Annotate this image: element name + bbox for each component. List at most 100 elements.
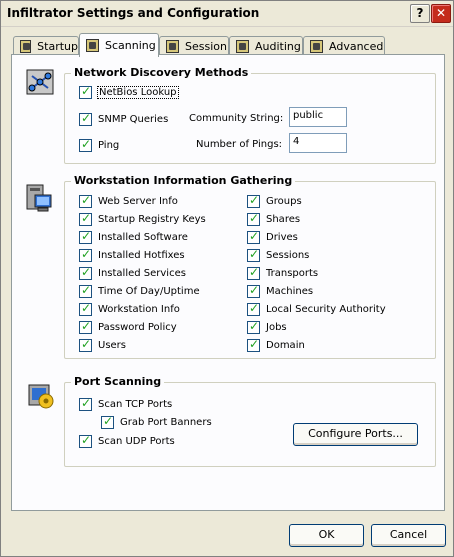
checkbox-label: Scan UDP Ports — [98, 435, 175, 447]
checkbox-box[interactable] — [247, 337, 260, 352]
checkbox-label: Drives — [266, 231, 298, 243]
startup-registry-keys-checkbox[interactable]: Startup Registry Keys — [79, 211, 206, 226]
scanning-panel: Network Discovery Methods NetBios Lookup… — [11, 54, 445, 511]
tab-label: Auditing — [255, 40, 301, 53]
installed-services-checkbox[interactable]: Installed Services — [79, 265, 186, 280]
installed-hotfixes-checkbox[interactable]: Installed Hotfixes — [79, 247, 185, 262]
window-title: Infiltrator Settings and Configuration — [7, 6, 260, 20]
community-string-label: Community String: — [189, 113, 284, 124]
installed-software-checkbox[interactable]: Installed Software — [79, 229, 188, 244]
tab-label: Startup — [37, 40, 78, 53]
tab-scanning[interactable]: Scanning — [79, 33, 159, 57]
checkbox-box[interactable] — [79, 396, 92, 411]
web-server-info-checkbox[interactable]: Web Server Info — [79, 193, 178, 208]
checkbox-label: Machines — [266, 285, 314, 297]
checkbox-label: Installed Hotfixes — [98, 249, 185, 261]
checkbox-box[interactable] — [79, 229, 92, 244]
checkbox-box[interactable] — [79, 319, 92, 334]
grab-port-banners-checkbox[interactable]: Grab Port Banners — [101, 414, 212, 429]
number-of-pings-label: Number of Pings: — [196, 139, 283, 150]
checkbox-box[interactable] — [79, 247, 92, 262]
time-of-day-checkbox[interactable]: Time Of Day/Uptime — [79, 283, 200, 298]
group-title: Port Scanning — [71, 375, 165, 388]
workstation-info-checkbox[interactable]: Workstation Info — [79, 301, 180, 316]
checkbox-box[interactable] — [247, 283, 260, 298]
checkbox-box[interactable] — [247, 193, 260, 208]
ok-button[interactable]: OK — [289, 524, 364, 547]
workstation-icon — [26, 184, 52, 212]
checkbox-label: Shares — [266, 213, 301, 225]
checkbox-label: Groups — [266, 195, 302, 207]
community-string-field[interactable]: public — [289, 107, 347, 127]
tab-page-icon — [236, 40, 249, 53]
tab-page-icon — [86, 39, 99, 52]
local-security-authority-checkbox[interactable]: Local Security Authority — [247, 301, 386, 316]
port-scanning-group: Port Scanning Scan TCP Ports Grab Port B… — [64, 375, 436, 467]
domain-checkbox[interactable]: Domain — [247, 337, 305, 352]
checkbox-box[interactable] — [79, 301, 92, 316]
checkbox-box[interactable] — [247, 301, 260, 316]
transports-checkbox[interactable]: Transports — [247, 265, 319, 280]
checkbox-box[interactable] — [79, 283, 92, 298]
checkbox-label: Installed Software — [98, 231, 188, 243]
configure-ports-button[interactable]: Configure Ports... — [293, 423, 418, 446]
checkbox-box[interactable] — [247, 265, 260, 280]
checkbox-box[interactable] — [79, 433, 92, 448]
scan-udp-ports-checkbox[interactable]: Scan UDP Ports — [79, 433, 175, 448]
checkbox-box[interactable] — [79, 265, 92, 280]
tab-startup[interactable]: Startup — [13, 36, 79, 56]
checkbox-label: Transports — [266, 267, 319, 279]
checkbox-label: SNMP Queries — [98, 113, 169, 125]
checkbox-box[interactable] — [101, 414, 114, 429]
checkbox-label: Users — [98, 339, 127, 351]
checkbox-box[interactable] — [247, 319, 260, 334]
network-discovery-icon — [26, 69, 54, 95]
checkbox-box[interactable] — [247, 247, 260, 262]
password-policy-checkbox[interactable]: Password Policy — [79, 319, 177, 334]
cancel-button[interactable]: Cancel — [371, 524, 446, 547]
tab-page-icon — [20, 40, 32, 53]
checkbox-label: Startup Registry Keys — [98, 213, 206, 225]
tab-auditing[interactable]: Auditing — [229, 36, 303, 56]
checkbox-box[interactable] — [79, 337, 92, 352]
help-button[interactable]: ? — [410, 4, 430, 23]
tab-label: Advanced — [329, 40, 384, 53]
drives-checkbox[interactable]: Drives — [247, 229, 298, 244]
jobs-checkbox[interactable]: Jobs — [247, 319, 287, 334]
machines-checkbox[interactable]: Machines — [247, 283, 314, 298]
checkbox-label: Scan TCP Ports — [98, 398, 173, 410]
checkbox-label: NetBios Lookup — [97, 85, 179, 99]
port-scanning-icon — [28, 384, 54, 409]
checkbox-box[interactable] — [79, 84, 92, 99]
tab-label: Scanning — [105, 39, 156, 52]
close-button[interactable]: ✕ — [431, 4, 451, 23]
ping-checkbox[interactable]: Ping — [79, 137, 119, 152]
tab-session[interactable]: Session — [159, 36, 229, 56]
checkbox-box[interactable] — [79, 137, 92, 152]
scan-tcp-ports-checkbox[interactable]: Scan TCP Ports — [79, 396, 173, 411]
sessions-checkbox[interactable]: Sessions — [247, 247, 310, 262]
workstation-group: Workstation Information Gathering Web Se… — [64, 174, 436, 359]
netbios-checkbox[interactable]: NetBios Lookup — [79, 84, 179, 99]
number-of-pings-field[interactable]: 4 — [289, 133, 347, 153]
checkbox-label: Grab Port Banners — [120, 416, 212, 428]
checkbox-label: Domain — [266, 339, 305, 351]
checkbox-label: Local Security Authority — [266, 303, 386, 315]
snmp-checkbox[interactable]: SNMP Queries — [79, 111, 169, 126]
checkbox-label: Installed Services — [98, 267, 186, 279]
tab-advanced[interactable]: Advanced — [303, 36, 385, 56]
tab-page-icon — [166, 40, 179, 53]
group-title: Network Discovery Methods — [71, 66, 252, 79]
checkbox-box[interactable] — [247, 211, 260, 226]
checkbox-box[interactable] — [79, 111, 92, 126]
checkbox-box[interactable] — [247, 229, 260, 244]
users-checkbox[interactable]: Users — [79, 337, 127, 352]
tab-label: Session — [185, 40, 227, 53]
checkbox-box[interactable] — [79, 211, 92, 226]
checkbox-box[interactable] — [79, 193, 92, 208]
checkbox-label: Web Server Info — [98, 195, 178, 207]
groups-checkbox[interactable]: Groups — [247, 193, 302, 208]
shares-checkbox[interactable]: Shares — [247, 211, 301, 226]
network-discovery-group: Network Discovery Methods NetBios Lookup… — [64, 66, 436, 164]
checkbox-label: Sessions — [266, 249, 310, 261]
